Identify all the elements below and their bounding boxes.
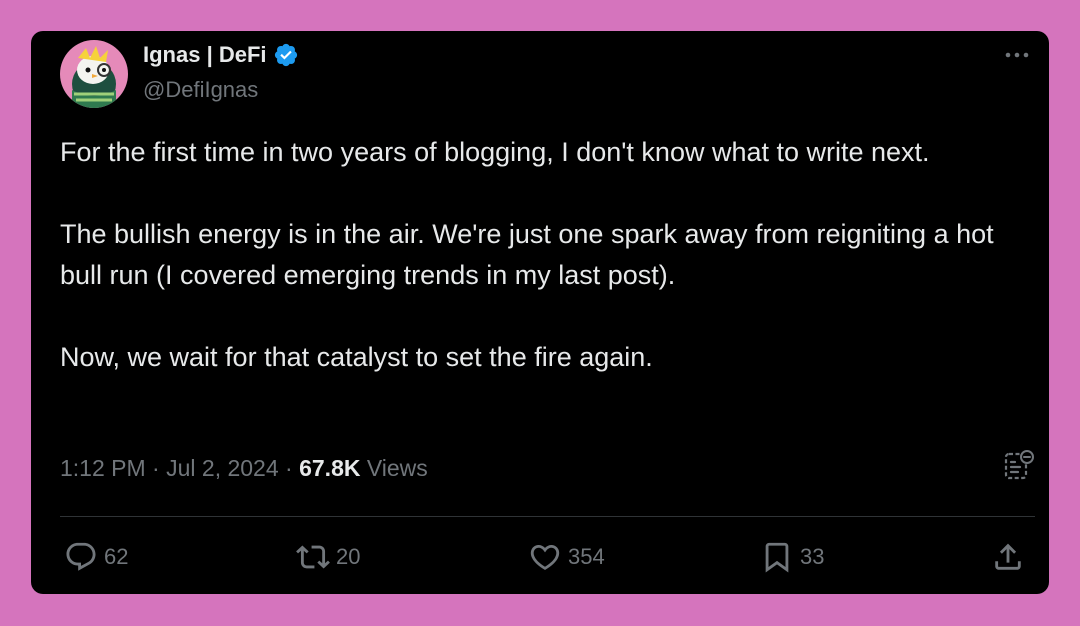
reply-button[interactable]: 62 <box>64 537 128 577</box>
author-display-name[interactable]: Ignas | DeFi <box>143 41 267 69</box>
meta-separator: · <box>285 455 293 481</box>
tweet-time[interactable]: 1:12 PM <box>60 455 146 481</box>
tweet-date[interactable]: Jul 2, 2024 <box>166 455 279 481</box>
meta-separator: · <box>152 455 160 481</box>
community-notes-icon[interactable] <box>1003 449 1035 481</box>
repost-button[interactable]: 20 <box>296 537 360 577</box>
divider <box>60 516 1035 517</box>
bookmark-button[interactable]: 33 <box>760 537 824 577</box>
penguin-avatar-icon <box>60 40 128 108</box>
heart-icon <box>530 544 560 570</box>
avatar[interactable] <box>60 40 128 108</box>
more-options-icon[interactable] <box>1000 43 1034 67</box>
tweet-card: Ignas | DeFi @DefiIgnas For the first ti… <box>31 31 1049 594</box>
verified-badge-icon <box>274 43 297 67</box>
views-label: Views <box>366 455 428 481</box>
tweet-text: For the first time in two years of blogg… <box>60 132 1030 419</box>
reply-icon <box>66 542 96 571</box>
share-icon <box>995 543 1021 570</box>
tweet-meta: 1:12 PM · Jul 2, 2024 · 67.8K Views <box>60 453 428 483</box>
views-count: 67.8K <box>299 455 361 481</box>
author-handle[interactable]: @DefiIgnas <box>143 77 258 103</box>
author-name-row[interactable]: Ignas | DeFi <box>143 41 299 69</box>
tweet-paragraph-2: The bullish energy is in the air. We're … <box>60 219 1002 290</box>
repost-count: 20 <box>336 544 361 569</box>
repost-icon <box>296 545 330 569</box>
tweet-paragraph-3: Now, we wait for that catalyst to set th… <box>60 342 653 372</box>
bookmark-count: 33 <box>800 544 825 569</box>
tweet-paragraph-1: For the first time in two years of blogg… <box>60 137 930 167</box>
share-button[interactable] <box>991 537 1025 577</box>
action-bar: 62 20 354 33 <box>31 537 1049 577</box>
like-button[interactable]: 354 <box>528 537 605 577</box>
reply-count: 62 <box>104 544 129 569</box>
like-count: 354 <box>568 544 605 569</box>
bookmark-icon <box>765 542 789 573</box>
